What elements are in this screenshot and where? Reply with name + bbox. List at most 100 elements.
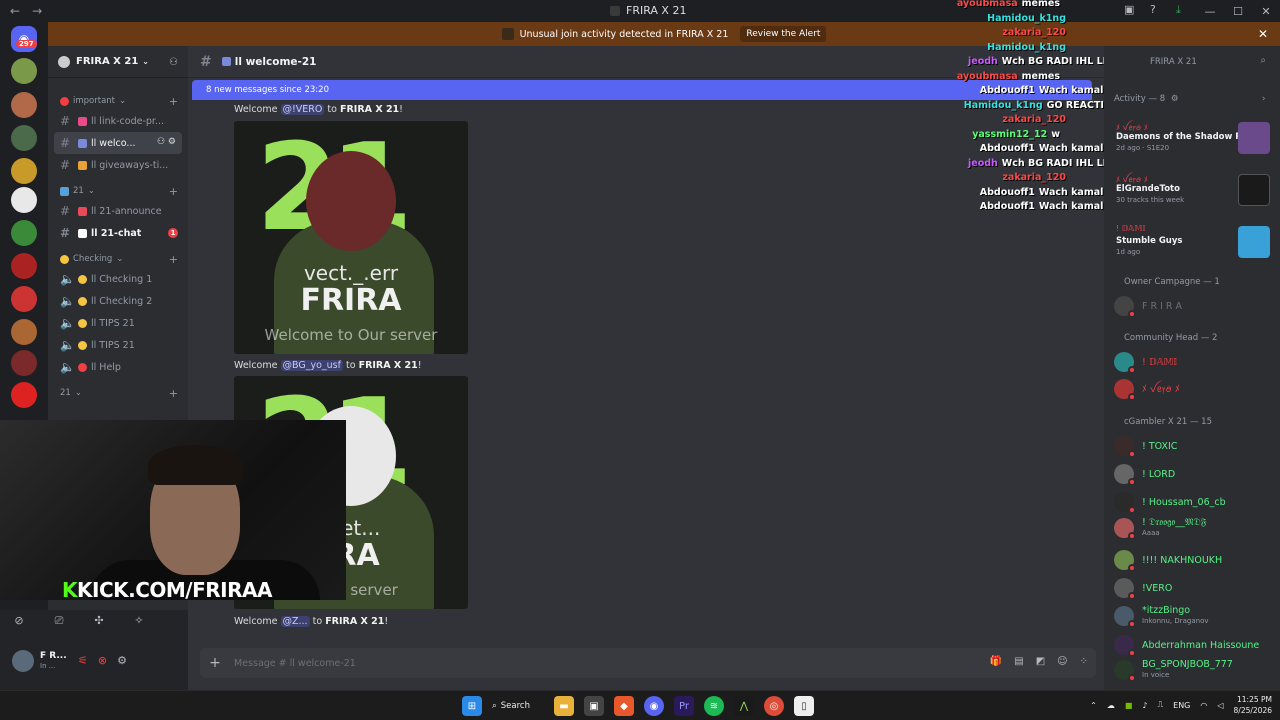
member-row[interactable]: ! LORD <box>1114 462 1280 486</box>
volume-icon[interactable]: ◁ <box>1217 701 1223 710</box>
download-icon[interactable]: ⤓ <box>1176 3 1190 17</box>
gear-icon[interactable]: ⚙ <box>1171 94 1179 104</box>
member-row[interactable]: BG_SPONJBOB_777 In voice <box>1114 658 1280 682</box>
file-explorer-icon[interactable]: ▬ <box>554 696 574 716</box>
add-channel-icon[interactable]: + <box>169 185 178 198</box>
user-mention[interactable]: @!VERO <box>280 104 325 115</box>
server-icon-8[interactable] <box>11 286 37 312</box>
mic-muted-icon[interactable]: ⚟ <box>78 654 88 667</box>
server-icon-3[interactable] <box>11 125 37 151</box>
member-search[interactable]: FRIRA X 21 ⌕ <box>1110 54 1274 70</box>
server-header[interactable]: FRIRA X 21 ⌄ ⚇ <box>48 46 188 78</box>
clock[interactable]: 11:25 PM 8/25/2026 <box>1234 694 1272 716</box>
brave-browser-icon[interactable]: ◆ <box>614 696 634 716</box>
category-21[interactable]: 21 ⌄ + <box>48 182 188 200</box>
server-icon-11[interactable] <box>11 382 37 408</box>
chrome-icon[interactable]: ◎ <box>764 696 784 716</box>
maximize-icon[interactable]: ☐ <box>1224 5 1252 18</box>
spotify-icon[interactable]: ≋ <box>704 696 724 716</box>
activity-card[interactable]: ﾒ ꪜꫀ᥅ꪮ ﾒ Daemons of the Shadow R... 2d a… <box>1104 116 1280 158</box>
server-icon-4[interactable] <box>11 158 37 184</box>
server-icon-7[interactable] <box>11 253 37 279</box>
app-green-icon[interactable]: ⋀ <box>734 696 754 716</box>
invite-people-icon[interactable]: ⚇ <box>169 57 178 68</box>
discord-taskbar-icon[interactable]: ◉ <box>644 696 664 716</box>
sticker-icon[interactable]: ◩ <box>1036 656 1045 667</box>
gift-icon[interactable]: 🎁 <box>990 656 1002 667</box>
member-row[interactable]: ﾒ ꪜꫀ᥅ꪮ ﾒ <box>1114 377 1280 401</box>
activity-card[interactable]: ! 𝔻𝔸𝕄𝕀 Stumble Guys 1d ago <box>1104 220 1280 262</box>
wifi-icon[interactable]: ◠ <box>1200 701 1207 710</box>
screen-share-icon[interactable]: ⎚ <box>50 614 68 628</box>
headset-deafened-icon[interactable]: ⊗ <box>98 654 107 667</box>
back-arrow-icon[interactable]: ← <box>10 4 20 18</box>
activity-card[interactable]: ﾒ ꪜꫀ᥅ꪮ ﾒ ElGrandeToto 30 tracks this wee… <box>1104 168 1280 210</box>
activity-header[interactable]: Activity — 8 ⚙ › <box>1114 94 1265 104</box>
channel-link-code[interactable]: # ll link-code-pr... <box>54 110 182 132</box>
voice-tips-1[interactable]: 🔈 ll TIPS 21 <box>54 312 182 334</box>
banner-close-icon[interactable]: ✕ <box>1258 27 1268 41</box>
voice-tips-2[interactable]: 🔈 ll TIPS 21 <box>54 334 182 356</box>
nvidia-icon[interactable]: ■ <box>1125 701 1133 710</box>
member-row[interactable]: *itzzBingo Inkonnu, Draganov <box>1114 604 1280 628</box>
review-alert-button[interactable]: Review the Alert <box>740 26 827 42</box>
user-mention[interactable]: @Z... <box>280 616 310 627</box>
add-channel-icon[interactable]: + <box>169 95 178 108</box>
add-channel-icon[interactable]: + <box>169 253 178 266</box>
microphone-icon[interactable]: ♪ <box>1142 701 1147 710</box>
composer-placeholder[interactable]: Message # ll welcome-21 <box>234 658 356 669</box>
category-21-lower[interactable]: 21 ⌄ + <box>48 384 188 402</box>
camera-off-icon[interactable]: ⊘ <box>10 614 28 628</box>
language-indicator[interactable]: ENG <box>1173 701 1190 710</box>
server-icon-6[interactable] <box>11 220 37 246</box>
channel-21-announce[interactable]: # ll 21-announce <box>54 200 182 222</box>
channel-welcome[interactable]: # ll welco... ⚇ ⚙ <box>54 132 182 154</box>
apps-icon[interactable]: ⁘ <box>1080 656 1088 667</box>
taskbar-search[interactable]: ⌕ Search <box>492 701 544 711</box>
member-row[interactable]: F R I R A <box>1114 294 1280 318</box>
chevron-up-icon[interactable]: ⌃ <box>1090 701 1097 710</box>
premiere-icon[interactable]: Pr <box>674 696 694 716</box>
category-important[interactable]: important ⌄ + <box>48 92 188 110</box>
server-icon-2[interactable] <box>11 92 37 118</box>
emoji-icon[interactable]: ☺ <box>1057 656 1067 667</box>
app-icon[interactable]: ▣ <box>584 696 604 716</box>
search-icon[interactable]: ⌕ <box>1260 55 1266 66</box>
server-icon-9[interactable] <box>11 319 37 345</box>
channel-giveaways[interactable]: # ll giveaways-ti... <box>54 154 182 176</box>
category-checking[interactable]: Checking ⌄ + <box>48 250 188 268</box>
member-row[interactable]: !VERO <box>1114 576 1280 600</box>
forward-arrow-icon[interactable]: → <box>32 4 42 18</box>
voice-checking-2[interactable]: 🔈 ll Checking 2 <box>54 290 182 312</box>
notepad-icon[interactable]: ▯ <box>794 696 814 716</box>
gear-icon[interactable]: ⚙ <box>117 654 127 667</box>
member-row[interactable]: ! 𝔇𝔯𝔬𝔬𝔤𝔬__𝔐𝔇𝔉 Aaaa <box>1114 516 1280 540</box>
member-row[interactable]: !!!! NAKHNOUKH <box>1114 548 1280 572</box>
activities-icon[interactable]: ✣ <box>90 614 108 628</box>
member-row[interactable]: ! Houssam_06_cb <box>1114 490 1280 514</box>
soundboard-icon[interactable]: ✧ <box>130 614 148 628</box>
minimize-icon[interactable]: — <box>1196 5 1224 18</box>
message-composer[interactable]: + Message # ll welcome-21 🎁 ▤ ◩ ☺ ⁘ <box>200 648 1096 678</box>
member-row[interactable]: ! 𝔻𝔸𝕄𝕀 <box>1114 350 1280 374</box>
channel-21-chat[interactable]: # ll 21-chat 1 <box>54 222 182 244</box>
close-icon[interactable]: ✕ <box>1252 5 1280 18</box>
welcome-image[interactable]: 21 vect._.err FRIRA Welcome to Our serve… <box>234 121 468 354</box>
windows-start-icon[interactable]: ⊞ <box>462 696 482 716</box>
discord-home-icon[interactable]: ◉ <box>11 26 37 52</box>
member-row[interactable]: ! TOXIC <box>1114 434 1280 458</box>
user-info[interactable]: F R... In ... <box>12 650 67 672</box>
user-mention[interactable]: @BG_yo_usf <box>280 360 343 371</box>
voice-help[interactable]: 🔈 ll Help <box>54 356 182 378</box>
attach-plus-icon[interactable]: + <box>200 655 230 671</box>
server-icon-1[interactable] <box>11 58 37 84</box>
member-row[interactable]: Abderrahman Haissoune <box>1114 633 1280 657</box>
channel-settings-icon[interactable]: ⚇ ⚙ <box>157 137 176 147</box>
gif-icon[interactable]: ▤ <box>1014 656 1023 667</box>
server-icon-10[interactable] <box>11 350 37 376</box>
usb-icon[interactable]: ⎍ <box>1158 700 1164 710</box>
server-icon-5[interactable] <box>11 187 37 213</box>
voice-checking-1[interactable]: 🔈 ll Checking 1 <box>54 268 182 290</box>
help-icon[interactable]: ? <box>1150 3 1164 17</box>
add-channel-icon[interactable]: + <box>169 387 178 400</box>
